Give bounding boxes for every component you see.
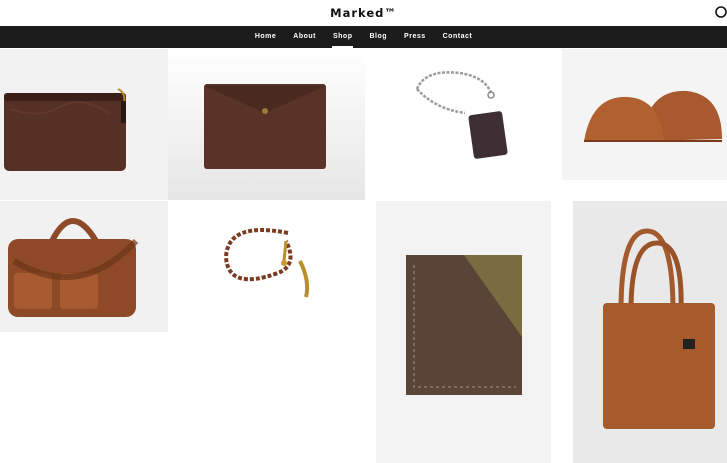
product-tile-curved-pouches[interactable] — [562, 49, 727, 180]
curved-pouch-pair-icon — [562, 49, 727, 180]
envelope-clutch-icon — [168, 49, 365, 200]
nav-about[interactable]: About — [285, 26, 325, 48]
nav-shop[interactable]: Shop — [324, 26, 361, 48]
product-tile-duffel-bag[interactable] — [0, 201, 168, 332]
product-tile-card-sleeve[interactable] — [376, 201, 551, 463]
main-nav: Home About Shop Blog Press Contact — [0, 26, 727, 48]
product-tile-zip-pouch[interactable] — [0, 49, 168, 200]
site-logo[interactable]: Marked™ — [0, 0, 727, 26]
nav-press[interactable]: Press — [396, 26, 435, 48]
card-sleeve-icon — [376, 201, 551, 463]
shop-page: Marked™ Home About Shop Blog Press Conta… — [0, 0, 727, 463]
nav-contact[interactable]: Contact — [434, 26, 481, 48]
zip-pouch-icon — [0, 49, 168, 200]
nav-home[interactable]: Home — [246, 26, 284, 48]
chain-card-holder-icon — [365, 49, 562, 180]
product-tile-tote-bag[interactable] — [573, 201, 727, 463]
search-icon[interactable] — [713, 5, 727, 19]
product-tile-braided-chain[interactable] — [168, 201, 365, 332]
duffel-bag-icon — [0, 201, 168, 332]
product-tile-chain-card-holder[interactable] — [365, 49, 562, 180]
nav-blog[interactable]: Blog — [361, 26, 396, 48]
product-tile-envelope-clutch[interactable] — [168, 49, 365, 200]
tote-bag-icon — [573, 201, 727, 463]
braided-chain-icon — [168, 201, 365, 332]
